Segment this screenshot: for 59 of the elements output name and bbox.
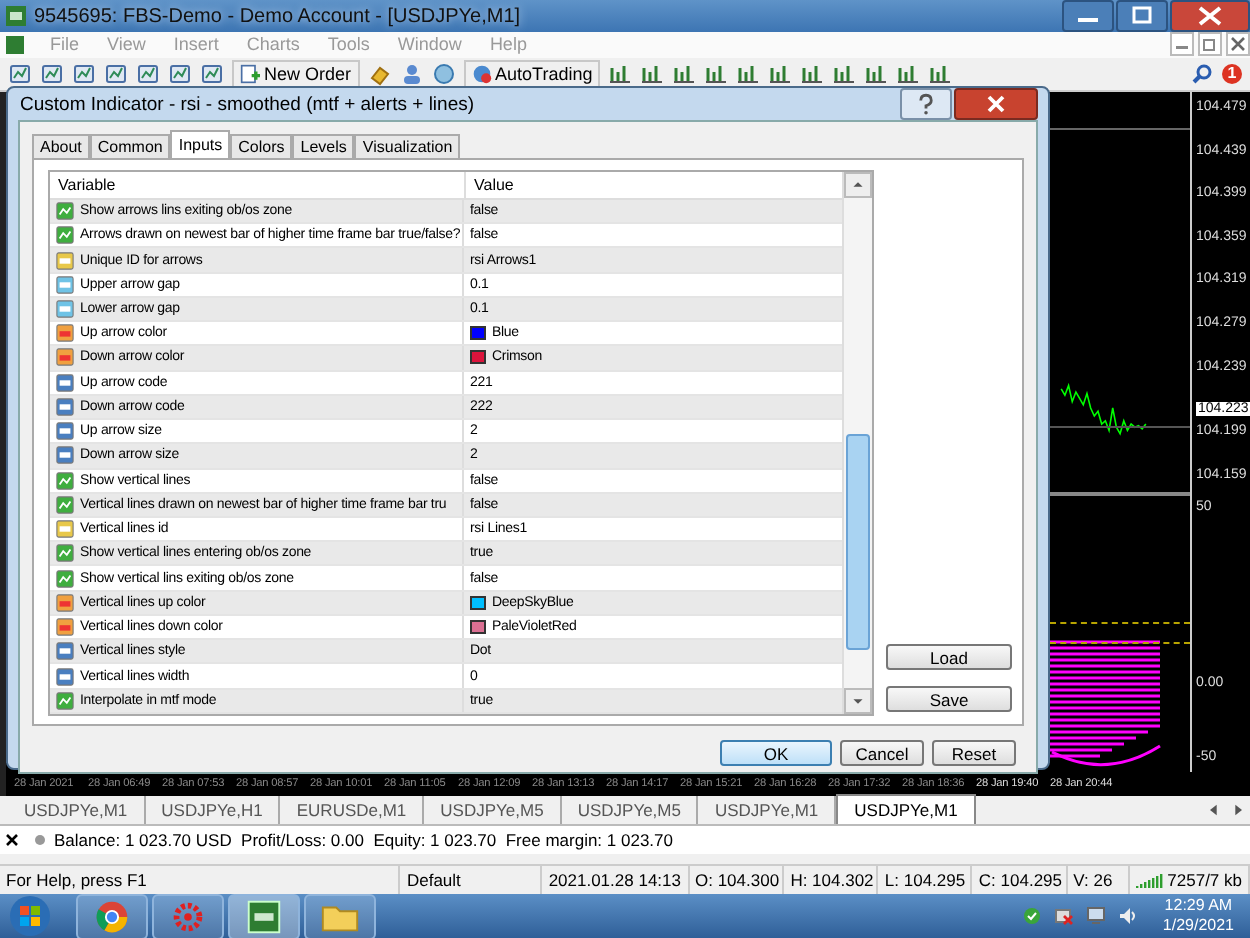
close-icon[interactable] [1170, 0, 1250, 32]
signal-icon [1135, 872, 1164, 889]
scroll-up-icon[interactable] [844, 172, 872, 198]
chart-icon[interactable] [200, 61, 224, 86]
dialog-tab[interactable]: Common [89, 134, 171, 158]
minimize-icon[interactable] [1170, 32, 1194, 57]
autotrading-button[interactable]: AutoTrading [463, 59, 601, 88]
new-chart-icon[interactable] [8, 61, 32, 86]
column-header: Variable [50, 172, 466, 198]
clock-time[interactable]: 12:29 AM [1164, 896, 1233, 916]
globe-icon[interactable] [431, 61, 456, 86]
account-summary: Balance: 1 023.70 USD Profit/Loss: 0.00 Equity: 1 023.70 Free margin: 1 023.70 [54, 830, 673, 851]
status-text: L: 104.295 [884, 870, 966, 891]
scroll-down-icon[interactable] [844, 688, 872, 714]
status-text: 7257/7 kb [1167, 870, 1242, 891]
terminal-app-icon[interactable] [228, 893, 300, 938]
help-icon[interactable] [900, 88, 952, 120]
dialog-tab[interactable]: Visualization [354, 134, 461, 158]
scroll-right-icon[interactable] [1230, 802, 1246, 819]
network-icon[interactable] [1054, 906, 1075, 926]
chart-tab[interactable]: USDJPYe,M1 [836, 794, 976, 825]
close-icon[interactable] [4, 832, 20, 849]
bar-chart-icon[interactable] [608, 61, 633, 86]
status-text: Default [406, 870, 461, 891]
dialog-button[interactable]: Cancel [840, 740, 924, 766]
speaker-icon[interactable] [1118, 906, 1139, 926]
scroll-left-icon[interactable] [1206, 802, 1222, 819]
status-text: O: 104.300 [695, 870, 780, 891]
computer-icon[interactable] [1086, 906, 1107, 926]
side-button[interactable]: Save [886, 686, 1012, 712]
maximize-icon[interactable] [1116, 0, 1168, 32]
status-text: V: 26 [1073, 870, 1113, 891]
window-title: 9545695: FBS-Demo - Demo Account - [USDJPYe,M1] [34, 5, 521, 27]
column-header: Value [472, 175, 516, 194]
dialog-button[interactable]: Reset [932, 740, 1016, 766]
status-text: 2021.01.28 14:13 [548, 870, 681, 891]
clock-date[interactable]: 1/29/2021 [1162, 916, 1234, 936]
close-icon[interactable] [954, 88, 1038, 120]
gear-icon[interactable] [152, 893, 224, 938]
status-text: C: 104.295 [978, 870, 1063, 891]
side-button[interactable]: Load [886, 644, 1012, 670]
notification-badge[interactable]: 1 [1222, 63, 1242, 84]
dialog-title: Custom Indicator - rsi - smoothed (mtf + alerts + lines) [20, 93, 475, 115]
dialog-tab[interactable]: Colors [230, 134, 293, 158]
minimize-icon[interactable] [1062, 0, 1114, 32]
scrollbar-thumb[interactable] [846, 434, 870, 650]
dialog-button[interactable]: OK [720, 740, 832, 766]
ball-icon [471, 63, 492, 84]
browser-icon[interactable] [76, 893, 148, 938]
restore-icon[interactable] [1198, 32, 1222, 57]
new-order-button[interactable]: New Order [232, 59, 360, 88]
status-text: For Help, press F1 [6, 870, 147, 891]
dialog-tab[interactable]: Levels [292, 134, 355, 158]
dialog-tab[interactable]: Inputs [170, 130, 231, 158]
balance-icon [34, 834, 46, 847]
dialog-tab[interactable]: About [32, 134, 90, 158]
status-text: H: 104.302 [790, 870, 874, 891]
document-icon [240, 63, 260, 84]
search-icon[interactable] [1190, 61, 1214, 86]
